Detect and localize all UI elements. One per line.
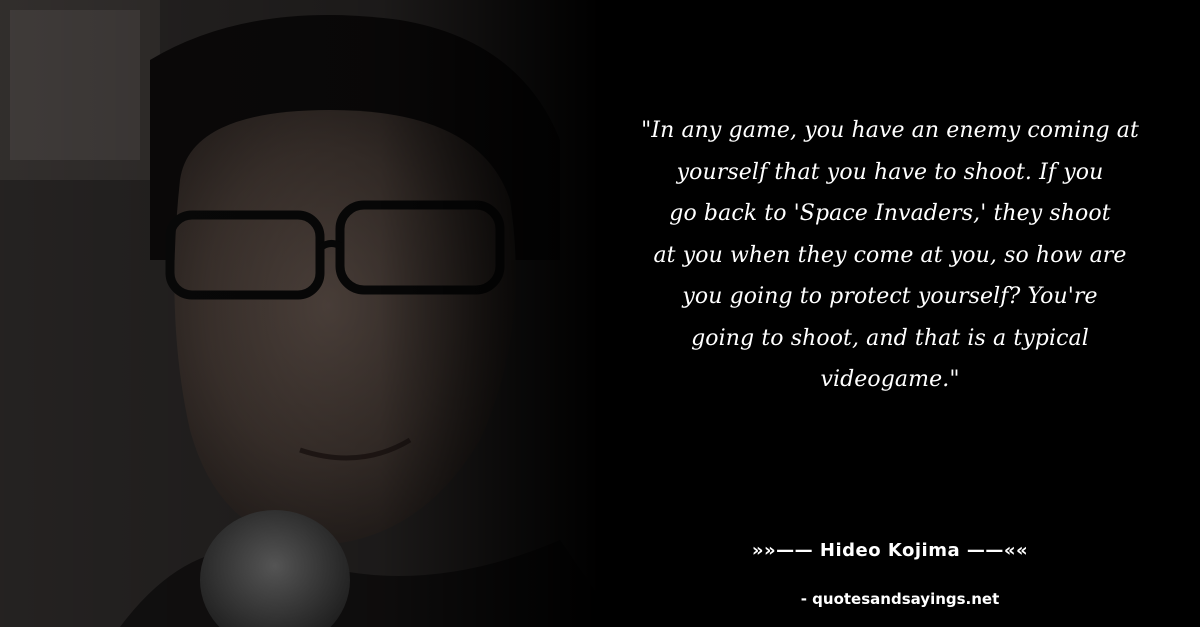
quote-line: go back to 'Space Invaders,' they shoot <box>669 201 1111 226</box>
quote-author: »»—— Hideo Kojima ——«« <box>751 540 1029 561</box>
quote-line: going to shoot, and that is a typical <box>691 325 1089 351</box>
quote-line: at you when they come at you, so how are <box>653 242 1127 268</box>
quote-line: videogame." <box>820 367 960 392</box>
quote-line: yourself that you have to shoot. If you <box>676 159 1104 185</box>
quote-line: you going to protect yourself? You're <box>682 284 1098 309</box>
quote-card: "In any game, you have an enemy coming a… <box>0 0 1200 627</box>
source-watermark: - quotesandsayings.net <box>800 590 1000 608</box>
quote-line: "In any game, you have an enemy coming a… <box>641 118 1139 143</box>
quote-text: "In any game, you have an enemy coming a… <box>600 110 1180 401</box>
